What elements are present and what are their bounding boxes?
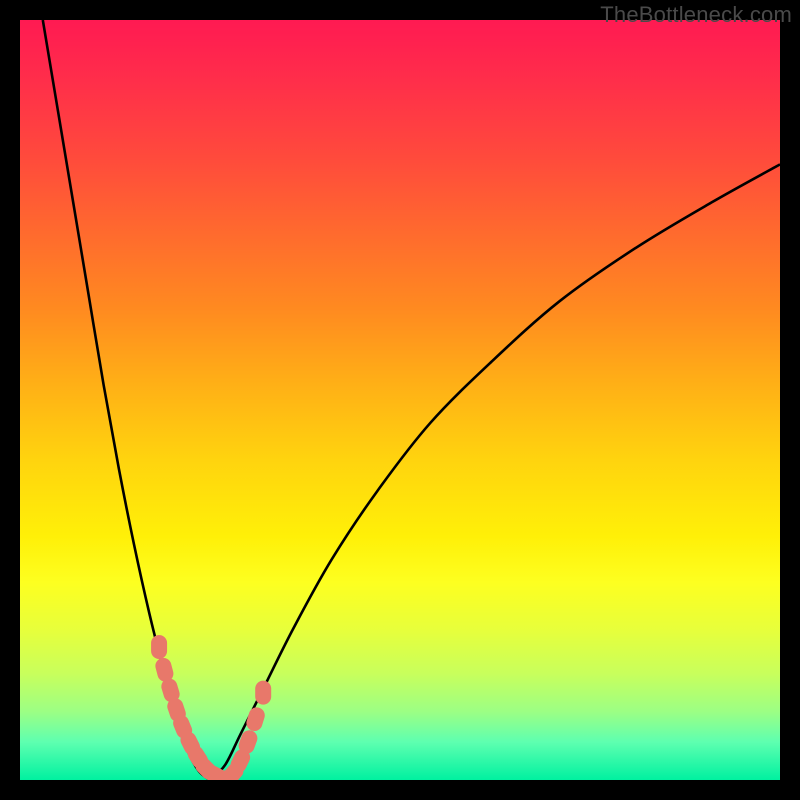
curve-layer (20, 20, 780, 780)
plot-area (20, 20, 780, 780)
curve-left-branch (43, 20, 210, 780)
chart-frame: TheBottleneck.com (0, 0, 800, 800)
curve-right-branch (210, 164, 780, 780)
watermark-text: TheBottleneck.com (600, 2, 792, 28)
data-marker (244, 705, 266, 733)
data-marker (151, 635, 167, 659)
data-marker (255, 681, 271, 705)
